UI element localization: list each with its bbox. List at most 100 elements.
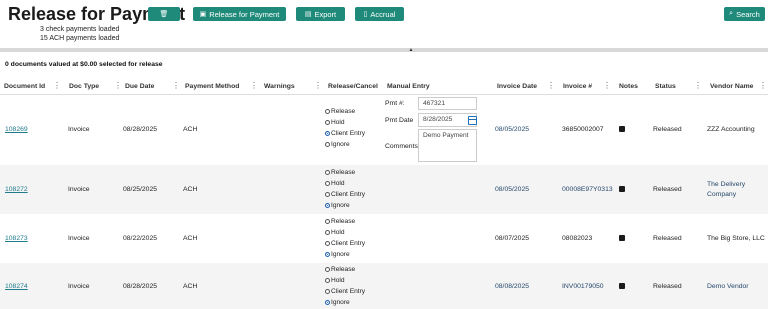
status: Released — [653, 126, 682, 133]
note-icon[interactable] — [619, 126, 625, 132]
radio-button[interactable] — [325, 289, 330, 294]
radio-button[interactable] — [325, 192, 330, 197]
column-menu-icon[interactable]: ⋮ — [759, 82, 767, 90]
column-header-release-cancel[interactable]: Release/Cancel — [328, 83, 378, 90]
document-id-link[interactable]: 108273 — [5, 235, 28, 242]
radio-button[interactable] — [325, 267, 330, 272]
panel-splitter[interactable]: ▲ — [0, 48, 768, 53]
column-menu-icon[interactable]: ⋮ — [603, 82, 611, 90]
radio-hold[interactable]: Hold — [325, 277, 345, 284]
radio-button[interactable] — [325, 219, 330, 224]
radio-button-selected[interactable] — [325, 203, 330, 208]
doc-type: Invoice — [68, 186, 90, 193]
document-id-link[interactable]: 108269 — [5, 126, 28, 133]
column-header-manual-entry[interactable]: Manual Entry — [387, 83, 430, 90]
radio-button[interactable] — [325, 230, 330, 235]
pmt-date-label: Pmt Date — [385, 117, 414, 124]
radio-button-selected[interactable] — [325, 300, 330, 305]
radio-button[interactable] — [325, 120, 330, 125]
payment-method: ACH — [183, 235, 198, 242]
column-menu-icon[interactable]: ⋮ — [314, 82, 322, 90]
radio-release[interactable]: Release — [325, 266, 355, 273]
document-id-link[interactable]: 108272 — [5, 186, 28, 193]
payment-method: ACH — [183, 126, 198, 133]
invoice-number: 08082023 — [562, 235, 593, 242]
export-label: Export — [314, 9, 337, 19]
column-header-doc-type[interactable]: Doc Type — [69, 83, 99, 90]
column-header-status[interactable]: Status — [655, 83, 676, 90]
table-row: 108273 Invoice 08/22/2025 ACH Release Ho… — [0, 214, 768, 263]
radio-ignore[interactable]: Ignore — [325, 251, 350, 258]
radio-button-selected[interactable] — [325, 131, 330, 136]
comments-label: Comments — [385, 143, 418, 150]
radio-button-selected[interactable] — [325, 252, 330, 257]
payment-method: ACH — [183, 186, 198, 193]
column-header-document-id[interactable]: Document Id — [4, 83, 45, 90]
radio-client-entry[interactable]: Client Entry — [325, 240, 365, 247]
accrual-button[interactable]: ▯ Accrual — [355, 7, 404, 21]
radio-button[interactable] — [325, 170, 330, 175]
column-menu-icon[interactable]: ⋮ — [547, 82, 555, 90]
document-id-link[interactable]: 108274 — [5, 283, 28, 290]
radio-client-entry[interactable]: Client Entry — [325, 191, 365, 198]
column-header-notes[interactable]: Notes — [619, 83, 638, 90]
radio-hold[interactable]: Hold — [325, 119, 345, 126]
due-date: 08/28/2025 — [123, 283, 158, 290]
due-date: 08/25/2025 — [123, 186, 158, 193]
radio-ignore[interactable]: Ignore — [325, 299, 350, 306]
calendar-icon[interactable] — [468, 116, 477, 125]
radio-button[interactable] — [325, 241, 330, 246]
column-header-due-date[interactable]: Due Date — [125, 83, 154, 90]
due-date: 08/28/2025 — [123, 126, 158, 133]
search-label: Search — [736, 9, 760, 19]
column-header-invoice-number[interactable]: Invoice # — [563, 83, 592, 90]
invoice-number: 00008E97Y0313 — [562, 186, 613, 193]
vendor-name-line2: Company — [707, 191, 737, 198]
accrual-label: Accrual — [370, 9, 396, 19]
radio-client-entry[interactable]: Client Entry — [325, 288, 365, 295]
radio-ignore[interactable]: Ignore — [325, 202, 350, 209]
radio-client-entry[interactable]: Client Entry — [325, 130, 365, 137]
column-menu-icon[interactable]: ⋮ — [53, 82, 61, 90]
note-icon[interactable] — [619, 235, 625, 241]
column-menu-icon[interactable]: ⋮ — [172, 82, 180, 90]
status: Released — [653, 235, 682, 242]
radio-button[interactable] — [325, 142, 330, 147]
ach-payments-loaded: 15 ACH payments loaded — [40, 35, 120, 42]
payment-method: ACH — [183, 283, 198, 290]
radio-hold[interactable]: Hold — [325, 229, 345, 236]
radio-release[interactable]: Release — [325, 108, 355, 115]
column-header-invoice-date[interactable]: Invoice Date — [497, 83, 537, 90]
radio-release[interactable]: Release — [325, 218, 355, 225]
status: Released — [653, 186, 682, 193]
note-icon[interactable] — [619, 283, 625, 289]
note-icon[interactable] — [619, 186, 625, 192]
column-header-payment-method[interactable]: Payment Method — [185, 83, 239, 90]
column-header-warnings[interactable]: Warnings — [264, 83, 295, 90]
search-button[interactable]: ⌕ Search — [724, 7, 765, 21]
radio-button[interactable] — [325, 181, 330, 186]
save-icon: ▣ — [199, 11, 207, 18]
invoice-date: 08/05/2025 — [495, 126, 530, 133]
release-for-payment-button[interactable]: ▣ Release for Payment — [193, 7, 286, 21]
doc-type: Invoice — [68, 235, 90, 242]
radio-ignore[interactable]: Ignore — [325, 141, 350, 148]
column-header-vendor-name[interactable]: Vendor Name — [710, 83, 753, 90]
search-icon: ⌕ — [729, 10, 734, 17]
radio-release[interactable]: Release — [325, 169, 355, 176]
radio-hold[interactable]: Hold — [325, 180, 345, 187]
splitter-grip-icon[interactable]: ▲ — [408, 48, 414, 53]
pmt-number-input[interactable]: 467321 — [418, 97, 477, 110]
delete-button[interactable]: 🗑 — [148, 7, 180, 21]
radio-button[interactable] — [325, 278, 330, 283]
column-menu-icon[interactable]: ⋮ — [250, 82, 258, 90]
export-button[interactable]: ▤ Export — [296, 7, 345, 21]
selection-summary: 0 documents valued at $0.00 selected for… — [5, 61, 163, 68]
column-menu-icon[interactable]: ⋮ — [694, 82, 702, 90]
radio-button[interactable] — [325, 109, 330, 114]
comments-textarea[interactable]: Demo Payment — [418, 129, 477, 162]
pmt-number-label: Pmt #: — [385, 100, 405, 107]
doc-type: Invoice — [68, 126, 90, 133]
column-menu-icon[interactable]: ⋮ — [114, 82, 122, 90]
trash-icon: 🗑 — [159, 11, 169, 18]
